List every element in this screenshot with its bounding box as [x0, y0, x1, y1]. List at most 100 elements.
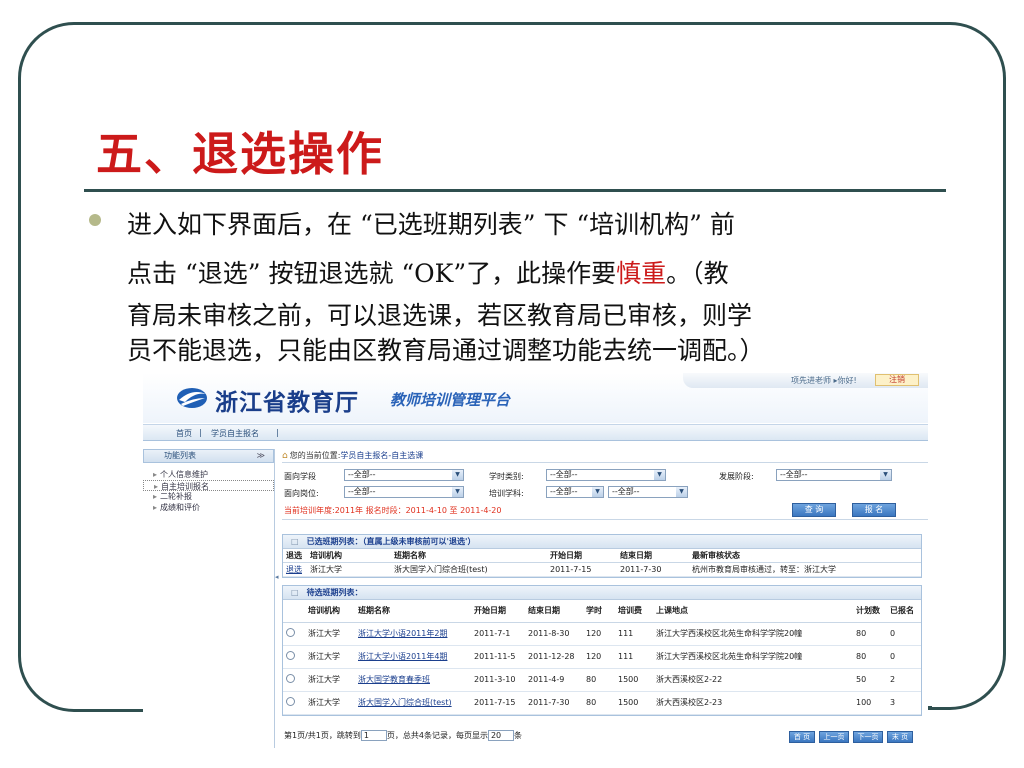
subject-select-1[interactable]: --全部-- ▼ [546, 486, 604, 498]
collapse-icon[interactable]: ≫ [257, 450, 265, 462]
dev-stage-select[interactable]: --全部-- ▼ [776, 469, 892, 481]
col-header: 培训机构 [307, 549, 391, 563]
home-icon: ⌂ [282, 451, 288, 461]
prev-page-button[interactable]: 上一页 [819, 731, 849, 743]
breadcrumb-path[interactable]: 学员自主报名-自主选课 [340, 451, 423, 460]
col-header: 开始日期 [547, 549, 617, 563]
sidebar-item-enroll[interactable]: ▸ 自主培训报名 [143, 480, 274, 491]
sidebar-header: 功能列表 ≫ [143, 449, 274, 463]
nav-home[interactable]: 首页 [176, 428, 192, 439]
withdraw-link[interactable]: 退选 [286, 565, 302, 574]
filter-row-2: 面向岗位: --全部-- ▼ 培训学科: --全部-- ▼ --全部-- ▼ [282, 484, 928, 501]
sidebar-item-profile[interactable]: ▸ 个人信息维护 [143, 469, 274, 480]
cell-place: 浙江大学西溪校区北苑生命科学学院20幢 [653, 622, 853, 646]
dev-stage-select-value: --全部-- [780, 470, 808, 479]
stage-label: 面向学段 [284, 472, 316, 481]
class-radio[interactable] [286, 674, 295, 683]
chevron-right-icon: ▸ [154, 482, 159, 491]
cell-hours: 80 [583, 691, 615, 715]
nav-separator: | [276, 428, 279, 437]
chevron-down-icon: ▼ [676, 487, 687, 497]
post-label: 面向岗位: [284, 489, 319, 498]
sidebar-item-label: 成绩和评价 [160, 503, 201, 512]
col-header: 班期名称 [355, 600, 471, 623]
subject-select-2-value: --全部-- [612, 487, 640, 496]
col-header: 已报名 [887, 600, 921, 623]
class-radio[interactable] [286, 628, 295, 637]
slide-title: 五、退选操作 [96, 127, 384, 181]
cell-place: 浙江大学西溪校区北苑生命科学学院20幢 [653, 645, 853, 669]
bullet-text: 进入如下界面后，在 “已选班期列表” 下 “培训机构” 前 点击 “退选” 按钮… [127, 200, 942, 368]
col-header: 学时 [583, 600, 615, 623]
query-button[interactable]: 查 询 [792, 503, 836, 517]
panel-collapse-icon[interactable]: □ [291, 537, 299, 546]
col-header: 班期名称 [391, 549, 547, 563]
cell-fee: 111 [615, 622, 653, 646]
col-header: 培训机构 [305, 600, 355, 623]
logout-button[interactable]: 注销 [875, 374, 919, 386]
panel-collapse-icon[interactable]: □ [291, 588, 299, 597]
bullet-line-2: 点击 “退选” 按钮退选就 “OK”了，此操作要慎重。（教 [127, 249, 942, 298]
chevron-right-icon: ▸ [153, 470, 158, 479]
sidebar-header-label: 功能列表 [164, 451, 196, 460]
sidebar-item-grades[interactable]: ▸ 成绩和评价 [143, 502, 274, 513]
last-page-button[interactable]: 末 页 [887, 731, 913, 743]
cell-plan: 80 [853, 645, 887, 669]
cell-start: 2011-7-15 [471, 691, 525, 715]
enroll-button[interactable]: 报 名 [852, 503, 896, 517]
class-name-link[interactable]: 浙大国学入门综合班(test) [358, 698, 452, 707]
col-header: 退选 [283, 549, 307, 563]
col-header: 上课地点 [653, 600, 853, 623]
stage-select[interactable]: --全部-- ▼ [344, 469, 464, 481]
bullet-line-3: 育局未审核之前，可以退选课，若区教育局已审核，则学 [127, 301, 753, 330]
breadcrumb: ⌂ 您的当前位置:学员自主报名-自主选课 [282, 449, 928, 463]
slide-frame-corner-left [18, 620, 78, 712]
embedded-screenshot: 浙江省教育厅 教师培训管理平台 项先进老师 ▸你好! 注销 首页 | 学员自主报… [143, 373, 928, 748]
nav-enroll[interactable]: 学员自主报名 [211, 428, 259, 439]
pending-classes-panel: □ 待选班期列表： 培训机构 班期名称 开始日期 结束日期 学时 培训费 上课地点… [282, 585, 922, 716]
class-name-link[interactable]: 浙江大学小语2011年4期 [358, 652, 447, 661]
hour-type-label: 学时类别: [489, 472, 524, 481]
splitter-arrow-icon[interactable]: ◂ [275, 573, 279, 581]
cell-end: 2011-7-30 [525, 691, 583, 715]
sidebar-item-label: 自主培训报名 [161, 482, 210, 491]
sidebar: 功能列表 ≫ ▸ 个人信息维护 ▸ 自主培训报名 ▸ 二轮补报 ▸ 成绩和评价 [143, 449, 275, 748]
post-select-value: --全部-- [348, 487, 376, 496]
page-size-input[interactable]: 20 [487, 730, 514, 741]
col-header: 培训费 [615, 600, 653, 623]
first-page-button[interactable]: 首 页 [789, 731, 815, 743]
cell-end: 2011-8-30 [525, 622, 583, 646]
stage-select-value: --全部-- [348, 470, 376, 479]
logo-swoosh-icon [177, 388, 207, 408]
app-header: 浙江省教育厅 教师培训管理平台 项先进老师 ▸你好! 注销 [143, 373, 928, 423]
cell-enrolled: 0 [887, 645, 921, 669]
user-greeting: 项先进老师 ▸你好! [791, 376, 857, 385]
cell-enrolled: 3 [887, 691, 921, 715]
breadcrumb-prefix: 您的当前位置: [289, 451, 341, 460]
cell-org: 浙江大学 [305, 668, 355, 692]
subject-select-2[interactable]: --全部-- ▼ [608, 486, 688, 498]
table-row: 浙江大学 浙江大学小语2011年4期 2011-11-5 2011-12-28 … [283, 645, 921, 669]
chevron-down-icon: ▼ [592, 487, 603, 497]
post-select[interactable]: --全部-- ▼ [344, 486, 464, 498]
page-jump-input[interactable]: 1 [360, 730, 387, 741]
class-radio[interactable] [286, 697, 295, 706]
cell-start: 2011-11-5 [471, 645, 525, 669]
col-header [283, 600, 305, 623]
class-radio[interactable] [286, 651, 295, 660]
cell-org: 浙江大学 [307, 562, 391, 577]
cell-fee: 1500 [615, 691, 653, 715]
cell-enrolled: 0 [887, 622, 921, 646]
cell-end: 2011-4-9 [525, 668, 583, 692]
sidebar-item-second-round[interactable]: ▸ 二轮补报 [143, 491, 274, 502]
pager-info-a: 第1页/共1页，跳转到 [284, 731, 361, 740]
bullet-line-4: 员不能退选，只能由区教育局通过调整功能去统一调配。） [127, 336, 765, 365]
hour-type-select[interactable]: --全部-- ▼ [546, 469, 666, 481]
period-text: 当前培训年度:2011年 报名时段：2011-4-10 至 2011-4-20 [284, 506, 502, 515]
selected-classes-panel: □ 已选班期列表：（直属上级未审核前可以'退选'） 退选 培训机构 班期名称 开始… [282, 534, 922, 578]
next-page-button[interactable]: 下一页 [853, 731, 883, 743]
nav-separator: | [199, 428, 202, 437]
class-name-link[interactable]: 浙大国学教育春季班 [358, 675, 430, 684]
bullet-dot-icon [89, 214, 101, 226]
class-name-link[interactable]: 浙江大学小语2011年2期 [358, 629, 447, 638]
